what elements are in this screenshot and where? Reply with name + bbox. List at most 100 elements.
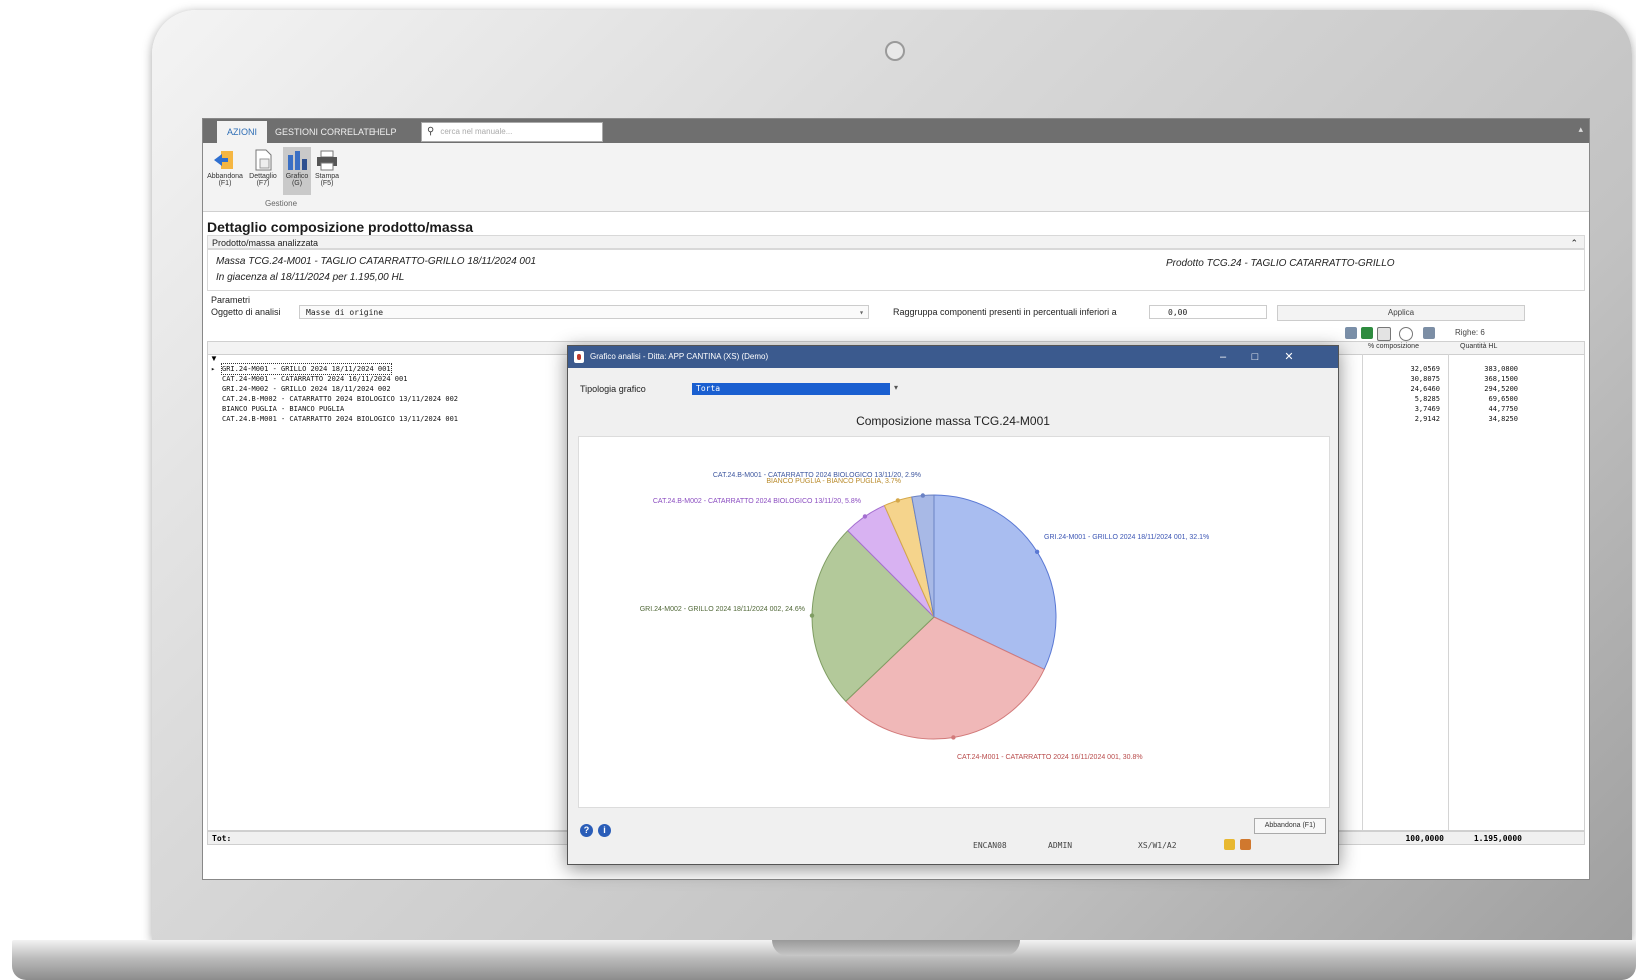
ribbon-toolbar: Abbandona (F1) Dettaglio (F7) Grafico (G… — [203, 143, 1589, 212]
stampa-key: (F5) — [320, 180, 334, 187]
close-icon[interactable]: ✕ — [1274, 346, 1304, 368]
row-qty: 368,1500 — [1484, 375, 1518, 383]
stock-line: In giacenza al 18/11/2024 per 1.195,00 H… — [216, 272, 405, 283]
chevron-down-icon[interactable]: ▾ — [859, 306, 864, 320]
row-qty: 44,7750 — [1488, 405, 1518, 413]
filter-icon[interactable]: ▼ — [210, 354, 218, 363]
apply-button[interactable]: Applica — [1277, 305, 1525, 321]
slice-label: CAT.24.B-M001 - CATARRATTO 2024 BIOLOGIC… — [713, 472, 921, 479]
dettaglio-label: Dettaglio — [249, 173, 277, 180]
slice-label: CAT.24-M001 - CATARRATTO 2024 16/11/2024… — [957, 754, 1143, 761]
excel-icon[interactable] — [1361, 327, 1373, 339]
grid-settings-icon[interactable] — [1377, 327, 1391, 341]
zoom-icon[interactable] — [1399, 327, 1413, 341]
slice-anchor-dot — [809, 613, 815, 618]
slice-label: BIANCO PUGLIA - BIANCO PUGLIA, 3.7% — [766, 478, 901, 485]
minimize-icon[interactable]: – — [1208, 346, 1238, 368]
row-pointer-icon: ▸ — [211, 365, 216, 373]
maximize-icon[interactable]: □ — [1240, 346, 1270, 368]
row-qty: 34,8250 — [1488, 415, 1518, 423]
row-qty: 383,0800 — [1484, 365, 1518, 373]
monitor-icon[interactable] — [1240, 839, 1251, 850]
search-input[interactable]: ⚲ cerca nel manuale... — [421, 122, 603, 142]
status-user: ADMIN — [1048, 841, 1073, 850]
col-pct-header[interactable]: % composizione — [1368, 343, 1419, 350]
search-icon: ⚲ — [427, 126, 435, 137]
dialog-titlebar[interactable]: Grafico analisi - Ditta: APP CANTINA (XS… — [568, 346, 1338, 368]
rows-count: Righe: 6 — [1455, 328, 1485, 337]
page-title: Dettaglio composizione prodotto/massa — [207, 219, 474, 235]
grafico-key: (G) — [291, 180, 303, 187]
export-icon[interactable] — [1345, 327, 1357, 339]
row-name: CAT.24-M001 - CATARRATTO 2024 16/11/2024… — [222, 375, 408, 383]
status-company: XS/W1/A2 — [1138, 841, 1177, 850]
document-icon — [250, 149, 276, 171]
col-separator — [1448, 354, 1449, 830]
info-icon[interactable]: i — [598, 824, 611, 837]
object-value: Masse di origine — [306, 308, 384, 317]
ribbon-tabs: AZIONI GESTIONI CORRELATE HELP ⚲ cerca ne… — [203, 119, 1589, 143]
slice-anchor-dot — [862, 514, 868, 519]
threshold-input[interactable]: 0,00 — [1149, 305, 1267, 319]
mass-info: Massa TCG.24-M001 - TAGLIO CATARRATTO-GR… — [207, 249, 1585, 291]
camera-icon — [885, 41, 905, 61]
abbandona-label: Abbandona — [207, 173, 243, 180]
app-icon — [574, 351, 584, 363]
grafico-button[interactable]: Grafico (G) — [283, 147, 311, 195]
row-pct: 24,6460 — [1410, 385, 1440, 393]
section-product[interactable]: Prodotto/massa analizzata ⌃ — [207, 235, 1585, 249]
slice-label: CAT.24.B-M002 - CATARRATTO 2024 BIOLOGIC… — [653, 498, 861, 505]
printer-icon — [314, 149, 340, 171]
stampa-button[interactable]: Stampa (F5) — [313, 147, 341, 195]
help-icon[interactable]: ? — [580, 824, 593, 837]
chevron-up-icon[interactable]: ⌃ — [1570, 236, 1578, 250]
row-pct: 5,8285 — [1414, 395, 1440, 403]
section-params-label: Parametri — [211, 295, 251, 305]
columns-icon[interactable] — [1423, 327, 1435, 339]
slice-label: GRI.24-M002 - GRILLO 2024 18/11/2024 002… — [640, 606, 805, 613]
row-qty: 294,5200 — [1484, 385, 1518, 393]
row-pct: 3,7469 — [1414, 405, 1440, 413]
object-label: Oggetto di analisi — [211, 307, 281, 317]
stampa-label: Stampa — [314, 173, 340, 180]
row-name: BIANCO PUGLIA - BIANCO PUGLIA — [222, 405, 345, 413]
chart-icon — [284, 149, 310, 171]
chart-type-label: Tipologia grafico — [580, 384, 646, 394]
chart-area: GRI.24-M001 - GRILLO 2024 18/11/2024 001… — [578, 436, 1330, 808]
row-name: GRI.24-M001 - GRILLO 2024 18/11/2024 001 — [221, 363, 392, 375]
grafico-label: Grafico — [285, 173, 309, 180]
edit-icon[interactable] — [1224, 839, 1235, 850]
slice-label: GRI.24-M001 - GRILLO 2024 18/11/2024 001… — [1044, 534, 1209, 541]
total-label: Tot: — [212, 834, 232, 843]
pie-chart: GRI.24-M001 - GRILLO 2024 18/11/2024 001… — [640, 472, 1210, 761]
dettaglio-key: (F7) — [256, 180, 270, 187]
section-product-label: Prodotto/massa analizzata — [212, 238, 319, 248]
tab-azioni[interactable]: AZIONI — [217, 121, 268, 143]
params-row: Oggetto di analisi Masse di origine ▾ Ra… — [207, 305, 1585, 321]
total-pct: 100,0000 — [1405, 834, 1444, 843]
group-threshold-label: Raggruppa componenti presenti in percent… — [893, 307, 1117, 317]
exit-icon — [212, 149, 238, 171]
abbandona-dialog-button[interactable]: Abbandona (F1) — [1254, 818, 1326, 834]
product-line: Prodotto TCG.24 - TAGLIO CATARRATTO-GRIL… — [1166, 258, 1395, 269]
slice-anchor-dot — [1034, 549, 1040, 555]
chart-type-select[interactable]: Torta — [692, 383, 890, 395]
slice-anchor-dot — [895, 498, 901, 503]
abbandona-button[interactable]: Abbandona (F1) — [207, 147, 243, 195]
status-user-code: ENCAN08 — [973, 841, 1007, 850]
total-qty: 1.195,0000 — [1473, 834, 1522, 843]
chevron-down-icon[interactable]: ▾ — [894, 383, 898, 392]
col-qty-header[interactable]: Quantità HL — [1460, 343, 1497, 350]
chart-dialog: Grafico analisi - Ditta: APP CANTINA (XS… — [567, 345, 1339, 865]
abbandona-key: (F1) — [218, 180, 232, 187]
laptop-notch — [772, 940, 1020, 956]
chart-title: Composizione massa TCG.24-M001 — [856, 414, 1050, 428]
row-name: CAT.24.B-M002 - CATARRATTO 2024 BIOLOGIC… — [222, 395, 459, 403]
row-name: CAT.24.B-M001 - CATARRATTO 2024 BIOLOGIC… — [222, 415, 459, 423]
dialog-title: Grafico analisi - Ditta: APP CANTINA (XS… — [590, 352, 769, 361]
slice-anchor-dot — [920, 493, 926, 498]
tab-help[interactable]: HELP — [363, 121, 407, 143]
collapse-ribbon-icon[interactable]: ▴ — [1578, 124, 1583, 135]
dettaglio-button[interactable]: Dettaglio (F7) — [245, 147, 281, 195]
object-select[interactable]: Masse di origine ▾ — [299, 305, 869, 319]
